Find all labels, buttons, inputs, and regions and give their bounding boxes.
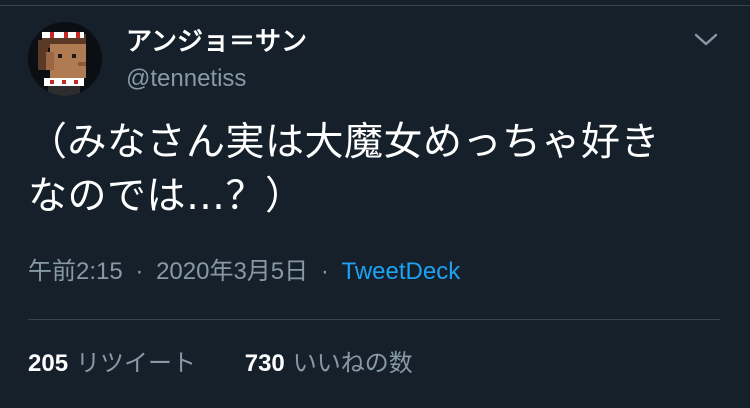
tweet-stats: 205 リツイート 730 いいねの数 xyxy=(28,348,413,380)
tweet-date[interactable]: 2020年3月5日 xyxy=(156,258,308,285)
tweet-metadata: 午前2:15 · 2020年3月5日 · TweetDeck xyxy=(28,256,460,288)
avatar[interactable] xyxy=(28,22,102,96)
retweet-count: 205 xyxy=(28,350,69,377)
retweet-label: リツイート xyxy=(76,350,197,377)
like-count-link[interactable]: 730 いいねの数 xyxy=(245,348,413,380)
chevron-down-icon xyxy=(694,33,718,46)
tweet-time[interactable]: 午前2:15 xyxy=(28,258,123,285)
tweet-menu-button[interactable] xyxy=(692,30,720,50)
tweet-text-line-2: なのでは…？） xyxy=(28,174,305,219)
like-label: いいねの数 xyxy=(292,350,413,377)
divider xyxy=(28,319,720,320)
user-handle[interactable]: @tennetiss xyxy=(126,64,246,94)
tweet-text: （みなさん実は大魔女めっちゃ好き なのでは…？） xyxy=(28,116,718,224)
display-name[interactable]: アンジョ＝サン xyxy=(126,26,307,58)
tweet-text-line-1: （みなさん実は大魔女めっちゃ好き xyxy=(28,120,661,165)
meta-separator: · xyxy=(320,258,329,285)
top-border xyxy=(0,0,750,6)
like-count: 730 xyxy=(244,350,285,377)
meta-separator: · xyxy=(135,258,144,285)
tweet-source-link[interactable]: TweetDeck xyxy=(342,258,461,285)
retweet-count-link[interactable]: 205 リツイート xyxy=(28,348,196,380)
pixel-art-avatar-icon xyxy=(28,22,102,96)
